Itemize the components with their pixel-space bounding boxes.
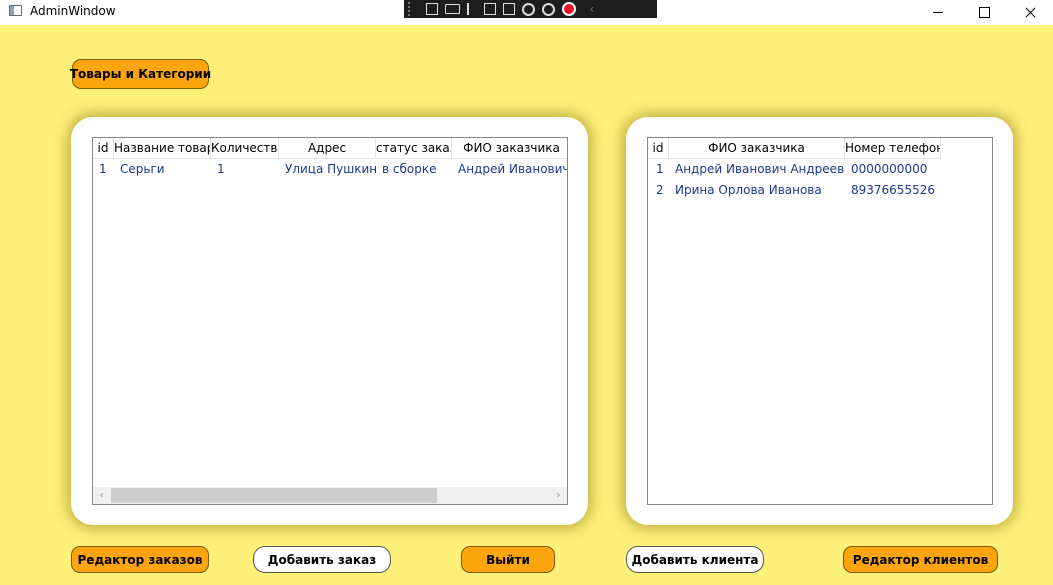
camera-icon[interactable] xyxy=(445,4,460,14)
exit-button[interactable]: Выйти xyxy=(461,546,555,573)
column-header[interactable]: id xyxy=(648,138,669,158)
column-header[interactable]: статус заказа xyxy=(376,138,452,158)
table-cell: 1 xyxy=(217,162,225,176)
display-layout-adorners-icon[interactable] xyxy=(484,3,496,15)
table-cell: 89376655526 xyxy=(851,183,935,197)
edit-clients-button[interactable]: Редактор клиентов xyxy=(843,546,998,573)
window-controls xyxy=(915,0,1053,25)
orders-grid-header: id Название товара Количество Адрес статус з… xyxy=(93,138,567,159)
add-client-button[interactable]: Добавить клиента xyxy=(626,546,764,573)
stop-icon[interactable] xyxy=(562,2,576,16)
track-focus-icon[interactable] xyxy=(503,3,515,15)
accessibility-icon[interactable] xyxy=(542,2,555,16)
title-bar: AdminWindow ‹ xyxy=(0,0,1053,25)
maximize-icon[interactable] xyxy=(961,0,1007,25)
table-cell: Андрей Иванович Андреевич xyxy=(675,162,845,176)
add-order-button[interactable]: Добавить заказ xyxy=(253,546,391,573)
clients-grid[interactable]: id ФИО заказчика Номер телефона 1 Андрей Ив… xyxy=(647,137,993,505)
table-cell: Ирина Орлова Иванова xyxy=(675,183,822,197)
toolbar-grip-icon[interactable] xyxy=(408,2,418,16)
table-row[interactable]: 1 Андрей Иванович Андреевич 0000000000 xyxy=(648,159,941,180)
hot-reload-icon[interactable] xyxy=(522,2,535,16)
close-icon[interactable] xyxy=(1007,0,1053,25)
table-cell: Улица Пушкина xyxy=(285,162,376,176)
column-header[interactable]: Адрес xyxy=(279,138,376,158)
select-element-icon[interactable] xyxy=(467,3,477,15)
scroll-right-icon[interactable]: › xyxy=(550,487,567,504)
edit-orders-button[interactable]: Редактор заказов xyxy=(71,546,209,573)
minimize-icon[interactable] xyxy=(915,0,961,25)
table-cell: 1 xyxy=(656,162,664,176)
column-header[interactable]: id xyxy=(93,138,114,158)
column-header[interactable]: Номер телефона xyxy=(845,138,941,158)
clients-panel: id ФИО заказчика Номер телефона 1 Андрей Ив… xyxy=(626,117,1013,525)
table-cell: в сборке xyxy=(382,162,437,176)
column-header[interactable]: ФИО заказчика xyxy=(452,138,567,158)
orders-horizontal-scrollbar[interactable]: ‹ › xyxy=(93,487,567,504)
debug-toolbar: ‹ xyxy=(404,0,657,18)
app-window-icon xyxy=(9,5,22,16)
column-header[interactable]: Название товара xyxy=(114,138,211,158)
scroll-left-icon[interactable]: ‹ xyxy=(93,487,110,504)
column-header[interactable]: Количество xyxy=(211,138,279,158)
table-row[interactable]: 2 Ирина Орлова Иванова 89376655526 xyxy=(648,180,941,201)
table-row[interactable]: 1 Серьги 1 Улица Пушкина в сборке Андрей Иван… xyxy=(93,159,568,180)
table-cell: 1 xyxy=(99,162,107,176)
table-cell: Андрей Иванович Андреевич xyxy=(458,162,568,176)
table-cell: Серьги xyxy=(120,162,165,176)
scrollbar-thumb[interactable] xyxy=(111,488,437,503)
orders-grid[interactable]: id Название товара Количество Адрес статус з… xyxy=(92,137,568,505)
live-tree-icon[interactable] xyxy=(426,3,438,15)
table-cell: 0000000000 xyxy=(851,162,928,176)
window-title: AdminWindow xyxy=(30,4,116,18)
products-categories-button[interactable]: Товары и Категории xyxy=(70,59,211,89)
clients-grid-header: id ФИО заказчика Номер телефона xyxy=(648,138,941,159)
collapse-toolbar-icon[interactable]: ‹ xyxy=(583,1,601,17)
orders-panel: id Название товара Количество Адрес статус з… xyxy=(71,117,588,525)
column-header[interactable]: ФИО заказчика xyxy=(669,138,845,158)
table-cell: 2 xyxy=(656,183,664,197)
